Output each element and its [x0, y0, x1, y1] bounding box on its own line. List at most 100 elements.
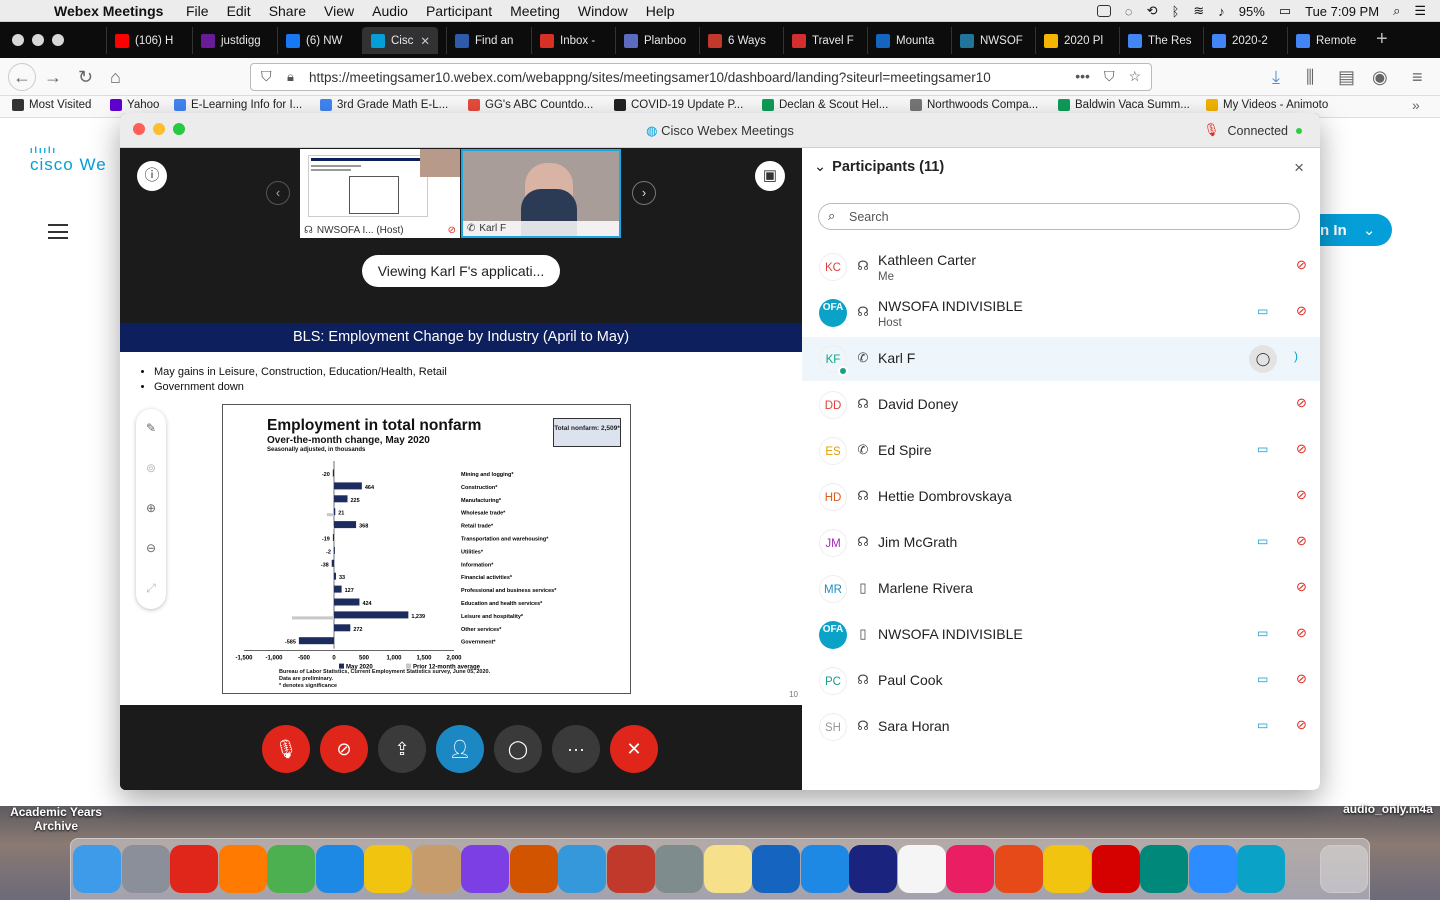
- browser-tab[interactable]: Inbox -: [531, 27, 613, 54]
- bookmark-item[interactable]: Baldwin Vaca Summ...: [1058, 99, 1190, 111]
- browser-zoom-button[interactable]: [52, 34, 64, 46]
- leave-button[interactable]: ✕: [610, 725, 658, 773]
- sync-icon[interactable]: ◌: [1125, 4, 1133, 19]
- browser-tab[interactable]: (6) NW: [277, 27, 359, 54]
- sidebar-icon[interactable]: ▤: [1338, 67, 1355, 88]
- mic-muted-icon[interactable]: ⊘: [1296, 625, 1307, 641]
- viewing-share-pill[interactable]: Viewing Karl F's applicati...: [362, 255, 560, 287]
- back-icon[interactable]: ←: [8, 63, 36, 91]
- participant-row[interactable]: HD ☊ Hettie Dombrovskaya ⊘: [802, 475, 1320, 519]
- next-video-icon[interactable]: ›: [632, 181, 656, 205]
- word-icon[interactable]: [752, 845, 800, 893]
- browser-tab[interactable]: Travel F: [783, 27, 865, 54]
- dictionary-icon[interactable]: [170, 845, 218, 893]
- new-tab-button[interactable]: +: [1376, 28, 1388, 51]
- remote-control-icon[interactable]: ⊚: [136, 461, 166, 475]
- reload-icon[interactable]: ↻: [78, 67, 93, 88]
- participant-row[interactable]: KF ✆ Karl F ◯): [802, 337, 1320, 381]
- dvd-player-icon[interactable]: [558, 845, 606, 893]
- browser-tab[interactable]: Remote: [1287, 27, 1369, 54]
- mic-muted-icon[interactable]: ⊘: [1296, 717, 1307, 733]
- home-icon[interactable]: ⌂: [110, 67, 121, 88]
- share-button[interactable]: ⇪: [378, 725, 426, 773]
- browser-tab[interactable]: 6 Ways: [699, 27, 781, 54]
- mic-muted-icon[interactable]: ⊘: [1296, 257, 1307, 273]
- browser-tab[interactable]: Mounta: [867, 27, 949, 54]
- bookmark-item[interactable]: Declan & Scout Hel...: [762, 99, 888, 111]
- notes-icon[interactable]: [897, 845, 946, 893]
- browser-minimize-button[interactable]: [32, 34, 44, 46]
- stationery-icon[interactable]: [364, 845, 412, 893]
- participant-row[interactable]: SH ☊ Sara Horan ▭ ⊘: [802, 705, 1320, 749]
- browser-tab[interactable]: Planboo: [615, 27, 697, 54]
- menu-help[interactable]: Help: [646, 3, 675, 19]
- layout-icon[interactable]: ▣: [755, 161, 785, 191]
- bookmark-item[interactable]: Yahoo: [110, 99, 159, 111]
- meeting-info-icon[interactable]: ⓘ: [137, 161, 167, 191]
- bookmark-item[interactable]: Most Visited: [12, 99, 91, 111]
- stickies-icon[interactable]: [703, 845, 752, 893]
- menu-meeting[interactable]: Meeting: [510, 3, 560, 19]
- hamburger-menu-icon[interactable]: [48, 224, 68, 239]
- dictionary-d-icon[interactable]: [849, 845, 897, 893]
- zoom-icon[interactable]: [1188, 845, 1237, 893]
- webex-status-icon[interactable]: [1096, 5, 1111, 17]
- account-icon[interactable]: ◉: [1372, 67, 1388, 88]
- browser-close-button[interactable]: [12, 34, 24, 46]
- desktop-folder-label[interactable]: Academic Years Archive: [4, 805, 108, 833]
- annotate-pen-icon[interactable]: ✎: [136, 421, 166, 435]
- url-bar[interactable]: ⛉ 🔒︎ https://meetingsamer10.webex.com/we…: [250, 63, 1152, 91]
- spotlight-icon[interactable]: ⌕: [1393, 3, 1400, 19]
- bookmark-item[interactable]: My Videos - Animoto: [1206, 99, 1328, 111]
- menu-view[interactable]: View: [324, 3, 354, 19]
- volume-icon[interactable]: ♪: [1218, 4, 1225, 19]
- app-menu[interactable]: Webex Meetings: [54, 3, 163, 19]
- battery-percent[interactable]: 95%: [1239, 4, 1265, 19]
- participant-row[interactable]: JM ☊ Jim McGrath ▭ ⊘: [802, 521, 1320, 565]
- fit-screen-icon[interactable]: ⤢: [136, 581, 166, 596]
- finder-icon[interactable]: [73, 845, 121, 893]
- lock-icon[interactable]: 🔒︎: [287, 69, 294, 85]
- participant-row[interactable]: ES ✆ Ed Spire ▭ ⊘: [802, 429, 1320, 473]
- participant-row[interactable]: PC ☊ Paul Cook ▭ ⊘: [802, 659, 1320, 703]
- participant-search-input[interactable]: ⌕ Search: [818, 203, 1300, 230]
- tab-close-icon[interactable]: ✕: [420, 34, 430, 48]
- trash-icon[interactable]: [1320, 845, 1368, 893]
- photos-icon[interactable]: [946, 845, 994, 893]
- avervision-icon[interactable]: [509, 845, 558, 893]
- powerpoint-icon[interactable]: [994, 845, 1043, 893]
- page-actions-icon[interactable]: •••: [1075, 68, 1090, 85]
- safari-icon[interactable]: [315, 845, 364, 893]
- chrome-icon[interactable]: [267, 845, 315, 893]
- participant-row[interactable]: KC ☊ Kathleen Carter Me ⊘: [802, 245, 1320, 289]
- mic-muted-icon[interactable]: ⊘: [1296, 671, 1307, 687]
- browser-tab[interactable]: NWSOF: [951, 27, 1033, 54]
- chat-bubble-icon[interactable]: ◯: [1249, 345, 1277, 373]
- downloads-icon[interactable]: ⤓: [1272, 67, 1280, 88]
- webex-meetings-icon[interactable]: [1237, 845, 1285, 893]
- notification-center-icon[interactable]: ☰: [1414, 3, 1426, 19]
- browser-tab[interactable]: Find an: [446, 27, 528, 54]
- participant-row[interactable]: OFA ☊ NWSOFA INDIVISIBLE Host ▭ ⊘: [802, 291, 1320, 335]
- mic-muted-icon[interactable]: ⊘: [1296, 441, 1307, 457]
- zoom-in-icon[interactable]: ⊕: [136, 501, 166, 515]
- menu-window[interactable]: Window: [578, 3, 628, 19]
- webex-icon[interactable]: [1140, 845, 1188, 893]
- participant-row[interactable]: OFA ▯ NWSOFA INDIVISIBLE ▭ ⊘: [802, 613, 1320, 657]
- bookmark-item[interactable]: COVID-19 Update P...: [614, 99, 743, 111]
- url-text[interactable]: https://meetingsamer10.webex.com/webappn…: [309, 70, 1039, 85]
- system-preferences-icon[interactable]: [655, 845, 703, 893]
- time-machine-icon[interactable]: ⟲: [1147, 3, 1158, 19]
- browser-tab[interactable]: (106) H: [106, 27, 188, 54]
- zoom-out-icon[interactable]: ⊖: [136, 541, 166, 555]
- mute-button[interactable]: 🎙︎: [262, 725, 310, 773]
- video-thumbnail-host[interactable]: ☊ NWSOFA I... (Host) ⊘: [300, 149, 460, 238]
- mic-muted-icon[interactable]: ⊘: [1296, 533, 1307, 549]
- mic-muted-icon[interactable]: ⊘: [1296, 303, 1307, 319]
- mic-muted-icon[interactable]: ⊘: [1296, 395, 1307, 411]
- menu-file[interactable]: File: [186, 3, 209, 19]
- bookmark-item[interactable]: 3rd Grade Math E-L...: [320, 99, 448, 111]
- wifi-icon[interactable]: ≋: [1193, 3, 1204, 19]
- more-button[interactable]: ···: [552, 725, 600, 773]
- menu-participant[interactable]: Participant: [426, 3, 492, 19]
